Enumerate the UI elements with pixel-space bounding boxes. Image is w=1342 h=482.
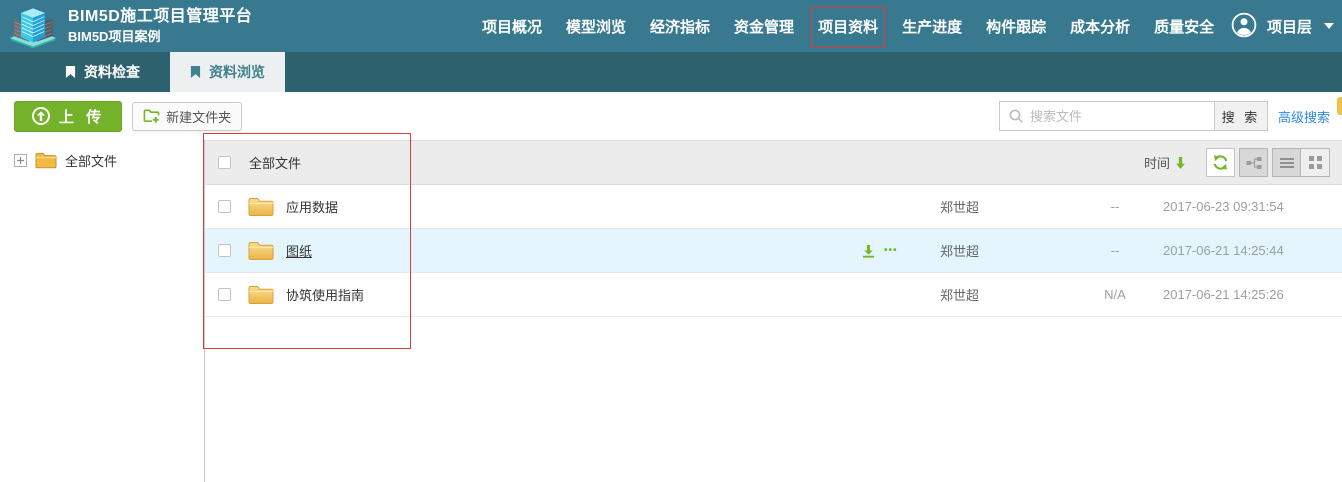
row-time: 2017-06-21 14:25:44 [1163,243,1284,258]
nav-item-component-tracking[interactable]: 构件跟踪 [974,16,1058,37]
table-row[interactable]: 图纸 ••• 郑世超 -- 2017-06-21 14:25:44 [205,229,1342,273]
refresh-icon [1213,155,1228,170]
row-checkbox[interactable] [218,244,231,257]
search-box [998,101,1214,131]
app-title: BIM5D施工项目管理平台 [68,7,253,25]
refresh-button[interactable] [1206,148,1235,177]
upload-button-label: 上 传 [59,108,106,126]
sort-by-time-control[interactable]: 时间 [1144,153,1186,172]
advanced-search-link[interactable]: 高级搜索 [1278,107,1330,126]
row-actions: ••• [862,244,940,258]
new-folder-icon [143,109,160,123]
edge-widget-sliver [1337,97,1342,115]
nav-item-project-overview[interactable]: 项目概况 [470,16,554,37]
app-header: BIM5D施工项目管理平台 BIM5D项目案例 项目概况 模型浏览 经济指标 资… [0,0,1342,52]
tree-expand-icon[interactable] [14,153,27,167]
search-button[interactable]: 搜 索 [1213,101,1268,131]
select-all-checkbox[interactable] [218,156,231,169]
tab-document-browse[interactable]: 资料浏览 [170,52,285,92]
user-menu[interactable]: 项目层 [1231,0,1334,52]
folder-name[interactable]: 应用数据 [286,197,862,216]
bookmark-icon [190,66,201,78]
nav-item-model-browse[interactable]: 模型浏览 [554,16,638,37]
download-icon[interactable] [862,244,875,258]
sort-desc-arrow-icon [1176,156,1185,169]
search-group: 搜 索 高级搜索 [998,101,1330,131]
row-size: N/A [1104,287,1126,302]
folder-icon [248,197,274,216]
row-owner: 郑世超 [940,288,980,303]
bookmark-icon [65,66,76,78]
tab-label: 资料浏览 [209,64,265,80]
view-toggle-group [1272,148,1330,177]
list-view-icon [1279,157,1294,168]
main-area: 全部文件 全部文件 时间 应用数据 郑世超 -- 2017-06-23 09:3… [0,140,1342,482]
row-time: 2017-06-21 14:25:26 [1163,287,1284,302]
nav-item-fund-management[interactable]: 资金管理 [722,16,806,37]
tab-document-check[interactable]: 资料检查 [45,52,160,92]
tree-view-button[interactable] [1239,148,1268,177]
row-checkbox[interactable] [218,200,231,213]
search-input[interactable] [1029,108,1190,124]
project-name: BIM5D项目案例 [68,28,161,44]
row-owner: 郑世超 [940,244,980,259]
nav-item-production-progress[interactable]: 生产进度 [890,16,974,37]
table-row[interactable]: 应用数据 郑世超 -- 2017-06-23 09:31:54 [205,185,1342,229]
search-icon [1009,109,1023,123]
main-nav: 项目概况 模型浏览 经济指标 资金管理 项目资料 生产进度 构件跟踪 成本分析 … [470,0,1226,52]
tab-bar: 资料检查 资料浏览 [0,52,1342,92]
grid-view-icon [1308,156,1322,169]
folder-tree-sidebar: 全部文件 [0,140,205,482]
new-folder-button-label: 新建文件夹 [166,109,232,125]
row-time: 2017-06-23 09:31:54 [1163,199,1284,214]
table-row[interactable]: 协筑使用指南 郑世超 N/A 2017-06-21 14:25:26 [205,273,1342,317]
nav-item-quality-safety[interactable]: 质量安全 [1142,16,1226,37]
app-title-block: BIM5D施工项目管理平台 BIM5D项目案例 [68,7,252,45]
folder-icon [248,241,274,260]
upload-icon [32,107,50,125]
row-owner: 郑世超 [940,200,980,215]
row-size: -- [1110,243,1120,258]
tab-label: 资料检查 [84,64,140,80]
row-checkbox[interactable] [218,288,231,301]
new-folder-button[interactable]: 新建文件夹 [132,101,243,131]
chevron-down-icon [1324,23,1334,29]
sort-label: 时间 [1143,156,1170,171]
row-size: -- [1110,199,1120,214]
file-list: 全部文件 时间 应用数据 郑世超 -- 2017-06-23 09:31:54 … [205,140,1342,482]
nav-item-economic-index[interactable]: 经济指标 [638,16,722,37]
user-scope-label[interactable]: 项目层 [1267,16,1312,37]
list-view-button[interactable] [1272,148,1301,177]
app-logo-icon [8,3,58,49]
list-header-controls: 时间 [1144,148,1330,177]
folder-name[interactable]: 协筑使用指南 [286,285,862,304]
folder-icon [35,152,57,168]
folder-name[interactable]: 图纸 [286,241,862,260]
file-list-header: 全部文件 时间 [205,140,1342,185]
tree-item-label: 全部文件 [65,153,118,169]
file-list-header-label: 全部文件 [249,156,302,171]
nav-item-cost-analysis[interactable]: 成本分析 [1058,16,1142,37]
nav-item-project-documents[interactable]: 项目资料 [811,5,886,47]
folder-icon [248,285,274,304]
tree-item-all-files[interactable]: 全部文件 [0,148,204,172]
upload-button[interactable]: 上 传 [14,100,123,132]
user-avatar-icon[interactable] [1231,12,1257,41]
more-actions-icon[interactable]: ••• [884,245,898,256]
tree-view-icon [1246,156,1261,169]
file-toolbar: 上 传 新建文件夹 搜 索 高级搜索 [0,92,1342,140]
grid-view-button[interactable] [1301,148,1330,177]
